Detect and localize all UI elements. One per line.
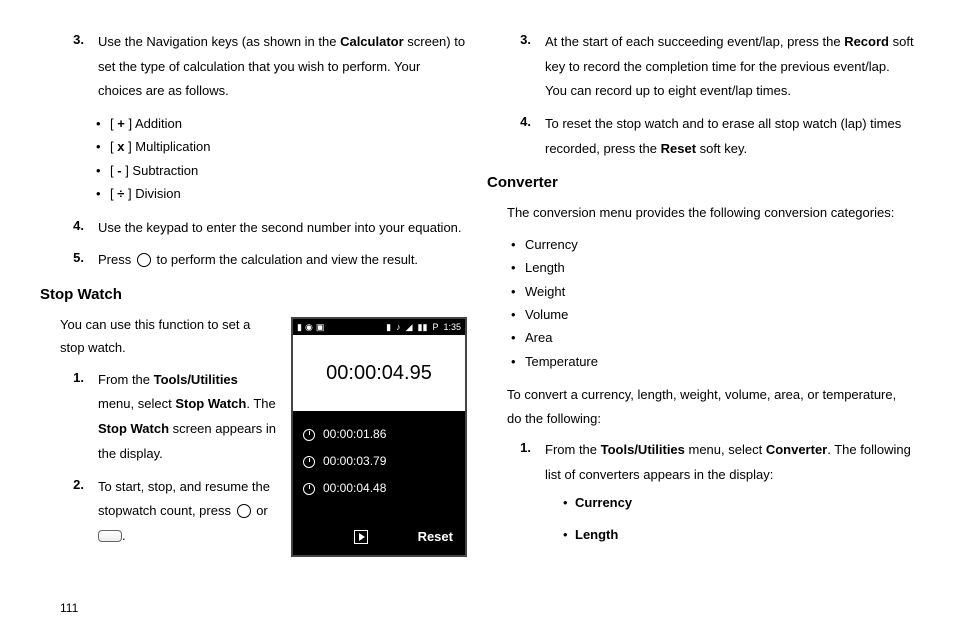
converter-steps: 1. From the Tools/Utilities menu, select… — [507, 438, 914, 554]
lap-time: 00:00:01.86 — [323, 425, 386, 444]
cat-area: Area — [511, 326, 914, 349]
phone-screenshot: ▮ ◉ ▣ ▮ ♪ ◢ ▮▮ P 1:35 00:00:04.95 00:00:… — [291, 317, 467, 557]
converter-categories: Currency Length Weight Volume Area Tempe… — [511, 233, 914, 373]
step-text: Press to perform the calculation and vie… — [98, 248, 467, 273]
stopwatch-icon — [303, 429, 315, 441]
step-number: 4. — [507, 112, 535, 161]
op-subtraction: [ - ] Subtraction — [96, 159, 467, 182]
calc-steps-cont: 4. Use the keypad to enter the second nu… — [60, 216, 467, 273]
stopwatch-icon — [303, 456, 315, 468]
sw-step-3: 3. At the start of each succeeding event… — [507, 30, 914, 104]
cat-currency: Currency — [511, 233, 914, 256]
step-number: 3. — [60, 30, 88, 104]
sw-step-2: 2. To start, stop, and resume the stopwa… — [60, 475, 277, 549]
play-icon[interactable] — [354, 530, 368, 544]
sw-step-4: 4. To reset the stop watch and to erase … — [507, 112, 914, 161]
calc-step-3: 3. Use the Navigation keys (as shown in … — [60, 30, 467, 104]
step-text: Use the Navigation keys (as shown in the… — [98, 30, 467, 104]
operation-list: [ + ] Addition [ x ] Multiplication [ - … — [96, 112, 467, 206]
battery-icon: ▮▮ — [418, 320, 428, 334]
op-multiplication: [ x ] Multiplication — [96, 135, 467, 158]
page-number: 111 — [60, 599, 78, 618]
stopwatch-intro: You can use this function to set a stop … — [60, 313, 277, 360]
ok-button-icon — [98, 530, 122, 542]
step-number: 5. — [60, 248, 88, 273]
sub-currency: Currency — [563, 491, 914, 514]
step-text: Use the keypad to enter the second numbe… — [98, 216, 467, 241]
step-text: At the start of each succeeding event/la… — [545, 30, 914, 104]
music-note-icon: ♪ — [396, 320, 401, 334]
phone-status-bar: ▮ ◉ ▣ ▮ ♪ ◢ ▮▮ P 1:35 — [293, 319, 465, 335]
converter-intro: The conversion menu provides the followi… — [507, 201, 914, 224]
ok-key-icon — [137, 253, 151, 267]
lap-list: 00:00:01.86 00:00:03.79 00:00:04.48 — [293, 411, 465, 521]
converter-heading: Converter — [487, 171, 914, 195]
status-time: 1:35 — [443, 320, 461, 334]
step-number: 4. — [60, 216, 88, 241]
stopwatch-steps: 1. From the Tools/Utilities menu, select… — [60, 368, 277, 549]
op-addition: [ + ] Addition — [96, 112, 467, 135]
sw-steps-right: 3. At the start of each succeeding event… — [507, 30, 914, 161]
phone-softkey-bar: Reset — [293, 521, 465, 556]
step-text: From the Tools/Utilities menu, select St… — [98, 368, 277, 467]
battery-icon: ▮ — [386, 320, 391, 334]
lap-row: 00:00:01.86 — [303, 421, 455, 448]
status-indicator-icon: ◉ — [305, 320, 313, 334]
signal-icon: ▮ — [297, 320, 302, 334]
cat-temperature: Temperature — [511, 350, 914, 373]
step-text: From the Tools/Utilities menu, select Co… — [545, 438, 914, 554]
lap-time: 00:00:03.79 — [323, 452, 386, 471]
cat-length: Length — [511, 256, 914, 279]
conv-step-1: 1. From the Tools/Utilities menu, select… — [507, 438, 914, 554]
sound-icon: ◢ — [406, 320, 413, 334]
calc-step-4: 4. Use the keypad to enter the second nu… — [60, 216, 467, 241]
step-number: 1. — [60, 368, 88, 467]
step-number: 3. — [507, 30, 535, 104]
ok-key-icon — [237, 504, 251, 518]
reset-softkey[interactable]: Reset — [418, 527, 453, 548]
converter-procedure: To convert a currency, length, weight, v… — [507, 383, 914, 430]
cat-weight: Weight — [511, 280, 914, 303]
op-division: [ ÷ ] Division — [96, 182, 467, 205]
converter-sublist: Currency Length — [563, 491, 914, 546]
sub-length: Length — [563, 523, 914, 546]
stopwatch-icon — [303, 483, 315, 495]
step-number: 1. — [507, 438, 535, 554]
sw-step-1: 1. From the Tools/Utilities menu, select… — [60, 368, 277, 467]
status-indicator-icon: ▣ — [316, 320, 325, 334]
cat-volume: Volume — [511, 303, 914, 326]
lap-row: 00:00:03.79 — [303, 448, 455, 475]
stopwatch-main-time: 00:00:04.95 — [293, 335, 465, 411]
step-text: To reset the stop watch and to erase all… — [545, 112, 914, 161]
stopwatch-heading: Stop Watch — [40, 283, 467, 307]
status-p: P — [432, 320, 438, 334]
calc-steps: 3. Use the Navigation keys (as shown in … — [60, 30, 467, 104]
step-text: To start, stop, and resume the stopwatch… — [98, 475, 277, 549]
calc-step-5: 5. Press to perform the calculation and … — [60, 248, 467, 273]
step-number: 2. — [60, 475, 88, 549]
lap-time: 00:00:04.48 — [323, 479, 386, 498]
lap-row: 00:00:04.48 — [303, 475, 455, 502]
